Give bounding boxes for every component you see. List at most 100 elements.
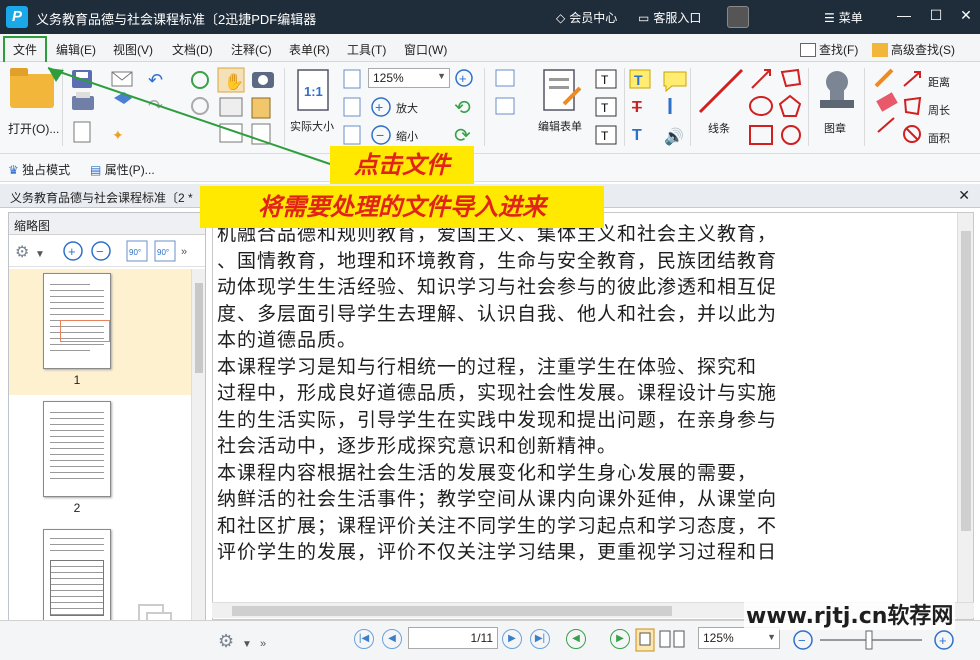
zoom-plus-icon[interactable]: + xyxy=(454,68,476,90)
svg-text:▼: ▼ xyxy=(35,249,45,260)
annotation-click-file: 点击文件 xyxy=(330,146,474,184)
expand-icon: » xyxy=(181,246,187,258)
perimeter-button[interactable]: 周长 xyxy=(928,102,950,118)
gear-icon: ⚙ xyxy=(15,244,29,261)
zoom-in-button[interactable]: 放大 xyxy=(396,100,418,116)
menu-comment[interactable]: 注释(C) xyxy=(231,41,272,58)
chevron-down-icon: ▼ xyxy=(437,71,446,81)
shape-tools-icons xyxy=(749,68,802,145)
menu-view[interactable]: 视图(V) xyxy=(113,41,153,58)
zoom-out-icon: − xyxy=(371,125,391,145)
svg-text:T: T xyxy=(634,72,643,88)
svg-text:90°: 90° xyxy=(157,248,169,257)
svg-text:T: T xyxy=(601,73,609,87)
svg-text:⚙: ⚙ xyxy=(218,631,234,651)
previous-page-button[interactable]: ◀ xyxy=(382,629,402,649)
maximize-button[interactable]: ☐ xyxy=(926,7,946,24)
svg-text:−: − xyxy=(96,244,104,259)
status-gear-icon[interactable]: ⚙ ▼ » xyxy=(216,625,276,655)
close-window-button[interactable]: ✕ xyxy=(956,7,976,24)
go-back-button[interactable]: ◀ xyxy=(566,629,586,649)
chat-icon: ▭ xyxy=(638,11,650,25)
svg-text:+: + xyxy=(939,633,947,648)
distance-button[interactable]: 距离 xyxy=(928,74,950,90)
document-vertical-scrollbar[interactable] xyxy=(957,213,973,619)
window-title: 义务教育品德与社会课程标准〔2迅捷PDF编辑器 xyxy=(36,12,317,27)
thumbnail-header: 缩略图 xyxy=(9,213,205,235)
title-bar: P 义务教育品德与社会课程标准〔2迅捷PDF编辑器 ◇ 会员中心 ▭ 客服入口 ☰ 菜… xyxy=(0,0,980,34)
page-preview xyxy=(43,273,111,369)
thumbnail-tool-icons: ⚙ ▼ + − 90° 90° » xyxy=(15,240,187,262)
status-zoom-select[interactable]: 125% ▼ xyxy=(698,627,780,649)
folder-search-icon xyxy=(872,43,888,57)
annotation-icons: T T T 🔊 xyxy=(629,69,687,146)
page-number-input[interactable]: 1/11 xyxy=(408,627,498,649)
page-preview xyxy=(43,529,111,625)
edit-form-button[interactable]: 编辑表单 xyxy=(538,118,582,134)
line-tool-icon xyxy=(698,68,744,114)
area-button[interactable]: 面积 xyxy=(928,130,950,146)
find-icon xyxy=(800,43,816,57)
last-page-button[interactable]: ▶| xyxy=(530,629,550,649)
svg-text:T: T xyxy=(632,99,642,116)
document-view[interactable]: 机融合品德和规则教育，爱国主义、集体主义和社会主义教育， 、国情教育，地理和环境… xyxy=(212,212,974,620)
close-tab-icon[interactable]: ✕ xyxy=(958,187,970,204)
member-center-link[interactable]: ◇ 会员中心 xyxy=(556,9,617,26)
svg-text:+: + xyxy=(459,71,467,86)
menu-edit[interactable]: 编辑(E) xyxy=(56,41,96,58)
thumbnail-page-1[interactable]: 1 xyxy=(9,269,191,395)
form-field-icons xyxy=(495,69,515,115)
svg-text:⟳: ⟳ xyxy=(454,125,471,147)
stamp-button[interactable]: 图章 xyxy=(824,120,846,136)
thumbnail-scrollbar[interactable] xyxy=(191,269,205,655)
zoom-out-button[interactable]: 缩小 xyxy=(396,128,418,144)
next-page-button[interactable]: ▶ xyxy=(502,629,522,649)
zoom-in-icon: + xyxy=(371,97,391,117)
page-layout-icons[interactable] xyxy=(634,627,696,653)
pen-tools-icons xyxy=(874,68,898,133)
annotation-arrow xyxy=(47,67,331,165)
diamond-icon: ◇ xyxy=(556,11,566,25)
zoom-slider[interactable]: − + xyxy=(792,627,972,653)
edit-form-icon xyxy=(543,69,582,111)
menu-form[interactable]: 表单(R) xyxy=(289,41,330,58)
rotate-icons: ⟲ ⟳ xyxy=(454,97,471,147)
menu-tools[interactable]: 工具(T) xyxy=(347,41,386,58)
thumbnail-page-2[interactable]: 2 xyxy=(9,397,191,523)
site-watermark: www.rjtj.cn软荐网 xyxy=(744,598,956,630)
thumbnail-panel: 缩略图 ⚙ ▼ + − 90° 90° » 1 2 xyxy=(8,212,206,656)
measure-icons xyxy=(903,71,922,143)
svg-text:90°: 90° xyxy=(129,248,141,257)
menu-window[interactable]: 窗口(W) xyxy=(404,41,447,58)
lines-button[interactable]: 线条 xyxy=(708,120,730,136)
app-menu-button[interactable]: ☰ 菜单 xyxy=(824,9,863,26)
svg-text:🔊: 🔊 xyxy=(664,127,684,146)
svg-text:−: − xyxy=(798,633,806,648)
menu-bar: 文件 编辑(E) 视图(V) 文档(D) 注释(C) 表单(R) 工具(T) 窗… xyxy=(0,34,980,62)
find-button[interactable]: 查找(F) xyxy=(800,41,858,58)
first-page-button[interactable]: |◀ xyxy=(354,629,374,649)
svg-text:T: T xyxy=(632,127,642,144)
zoom-level-select[interactable]: 125% ▼ xyxy=(368,68,450,88)
page-preview xyxy=(43,401,111,497)
svg-text:T: T xyxy=(601,101,609,115)
customer-service-link[interactable]: ▭ 客服入口 xyxy=(638,9,701,26)
annotation-import-file: 将需要处理的文件导入进来 xyxy=(200,186,604,228)
stamp-icon xyxy=(820,71,854,108)
svg-text:▼: ▼ xyxy=(242,639,252,650)
text-field-icons: T T T xyxy=(595,69,617,145)
svg-text:−: − xyxy=(376,127,384,143)
minimize-button[interactable]: — xyxy=(894,7,914,23)
svg-text:⟲: ⟲ xyxy=(454,97,471,119)
menu-document[interactable]: 文档(D) xyxy=(172,41,213,58)
svg-text:T: T xyxy=(601,129,609,143)
go-forward-button[interactable]: ▶ xyxy=(610,629,630,649)
hamburger-icon: ☰ xyxy=(824,11,835,25)
thumbnail-tools: ⚙ ▼ + − 90° 90° » xyxy=(9,235,205,267)
thumbnail-list: 1 2 3 xyxy=(9,269,191,655)
document-text: 机融合品德和规则教育，爱国主义、集体主义和社会主义教育， 、国情教育，地理和环境… xyxy=(217,223,778,563)
user-avatar[interactable] xyxy=(727,6,749,28)
crown-icon: ♛ xyxy=(8,163,19,177)
advanced-find-button[interactable]: 高级查找(S) xyxy=(872,41,955,58)
document-tab[interactable]: 义务教育品德与社会课程标准〔2 * xyxy=(10,189,193,206)
